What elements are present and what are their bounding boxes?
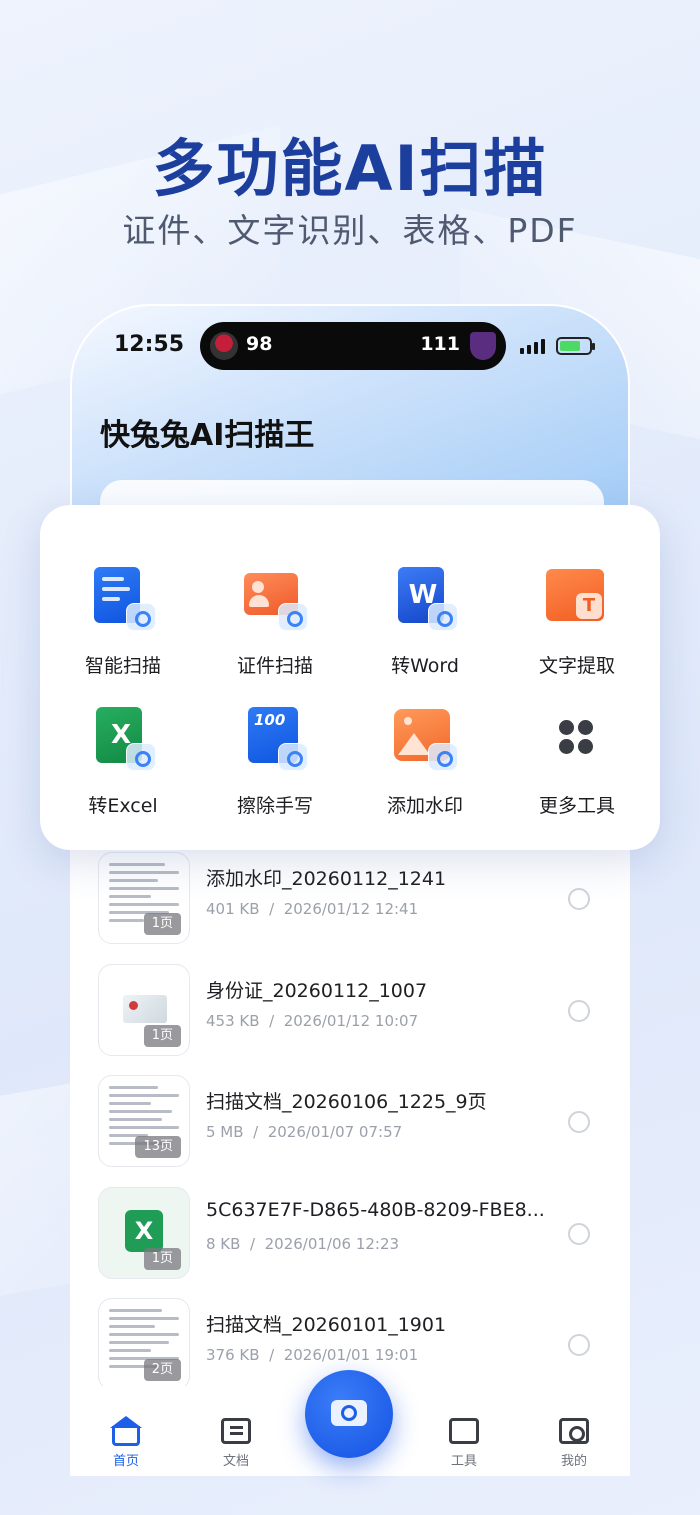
tool-label: 擦除手写 [236, 795, 313, 817]
tool-text-extract[interactable]: T 文字提取 [502, 567, 652, 678]
tools-icon [448, 1416, 480, 1446]
more-tools-icon [546, 707, 608, 769]
status-time: 12:55 [114, 332, 185, 357]
file-thumbnail: X 1页 [98, 1187, 190, 1279]
tool-label: 更多工具 [538, 795, 615, 817]
file-title: 扫描文档_20260106_1225_9页 [206, 1091, 487, 1113]
tool-convert-excel[interactable]: X 转Excel [48, 707, 198, 818]
tool-erase-handwriting[interactable]: 100 擦除手写 [200, 707, 350, 818]
tool-smart-scan[interactable]: 智能扫描 [48, 567, 198, 678]
tool-add-watermark[interactable]: 添加水印 [350, 707, 500, 818]
app-title: 快兔兔AI扫描王 [100, 418, 315, 453]
page-count-badge: 1页 [143, 1248, 181, 1270]
select-radio[interactable] [568, 1111, 590, 1133]
select-radio[interactable] [568, 1334, 590, 1356]
page-count-badge: 1页 [143, 913, 181, 935]
dynamic-island-live-score[interactable]: 98 111 [200, 322, 506, 370]
erase-handwriting-icon: 100 [244, 707, 308, 771]
camera-scan-button[interactable] [305, 1370, 393, 1458]
tab-label: 工具 [450, 1454, 477, 1469]
tool-convert-word[interactable]: W 转Word [350, 567, 500, 678]
cellular-signal-icon [520, 339, 545, 354]
tool-label: 转Word [391, 655, 459, 677]
file-row[interactable]: 1页 身份证_20260112_1007 453 KB / 2026/01/12… [72, 964, 628, 1056]
tool-label: 转Excel [88, 795, 158, 817]
page-count-badge: 1页 [143, 1025, 181, 1047]
away-team-logo-icon [470, 332, 496, 360]
documents-icon [220, 1416, 252, 1446]
file-title: 5C637E7F-D865-480B-8209-FBE8... [206, 1199, 545, 1221]
tab-label: 我的 [560, 1454, 587, 1469]
file-meta: 401 KB / 2026/01/12 12:41 [206, 900, 419, 918]
tab-label: 首页 [112, 1454, 139, 1469]
file-thumbnail: 2页 [98, 1298, 190, 1390]
tool-label: 证件扫描 [236, 655, 313, 677]
tool-more[interactable]: 更多工具 [502, 707, 652, 818]
tab-label: 文档 [222, 1454, 249, 1469]
file-row[interactable]: 13页 扫描文档_20260106_1225_9页 5 MB / 2026/01… [72, 1075, 628, 1167]
file-row[interactable]: X 1页 5C637E7F-D865-480B-8209-FBE8... 8 K… [72, 1187, 628, 1279]
file-title: 身份证_20260112_1007 [206, 980, 428, 1002]
file-thumbnail: 1页 [98, 964, 190, 1056]
tool-label: 文字提取 [538, 655, 615, 677]
file-title: 添加水印_20260112_1241 [206, 868, 447, 890]
file-meta: 376 KB / 2026/01/01 19:01 [206, 1346, 419, 1364]
id-scan-icon [244, 567, 308, 631]
hero-subtitle: 证件、文字识别、表格、PDF [122, 211, 578, 250]
file-thumbnail: 1页 [98, 852, 190, 944]
tool-id-scan[interactable]: 证件扫描 [200, 567, 350, 678]
id-card-thumbnail-icon [123, 995, 167, 1023]
tab-tools[interactable]: 工具 [424, 1416, 504, 1469]
file-meta: 8 KB / 2026/01/06 12:23 [206, 1235, 400, 1253]
page-count-badge: 13页 [135, 1136, 181, 1158]
tool-label: 添加水印 [386, 795, 463, 817]
select-radio[interactable] [568, 1000, 590, 1022]
tool-label: 智能扫描 [84, 655, 161, 677]
away-score: 111 [420, 333, 460, 355]
tools-panel: 智能扫描 证件扫描 W 转Word T 文字提取 X 转Excel 100 擦除 [40, 505, 660, 850]
add-watermark-icon [394, 707, 458, 771]
home-score: 98 [246, 333, 273, 355]
text-extract-icon: T [546, 567, 608, 629]
tab-mine[interactable]: 我的 [534, 1416, 614, 1469]
excel-convert-icon: X [92, 707, 156, 771]
file-meta: 453 KB / 2026/01/12 10:07 [206, 1012, 419, 1030]
tab-docs[interactable]: 文档 [196, 1416, 276, 1469]
select-radio[interactable] [568, 1223, 590, 1245]
excel-file-icon: X [125, 1210, 163, 1252]
file-row[interactable]: 1页 添加水印_20260112_1241 401 KB / 2026/01/1… [72, 852, 628, 944]
page-count-badge: 2页 [143, 1359, 181, 1381]
word-convert-icon: W [394, 567, 458, 631]
home-icon [110, 1416, 142, 1446]
select-radio[interactable] [568, 888, 590, 910]
home-team-logo-icon [210, 332, 238, 360]
hero-title: 多功能AI扫描 [152, 132, 548, 205]
battery-icon [556, 337, 595, 355]
file-thumbnail: 13页 [98, 1075, 190, 1167]
file-meta: 5 MB / 2026/01/07 07:57 [206, 1123, 403, 1141]
tab-home[interactable]: 首页 [86, 1416, 166, 1469]
file-title: 扫描文档_20260101_1901 [206, 1314, 447, 1336]
phone-frame: 12:55 98 111 快兔兔AI扫描王 1页 添加水印_20260112_1… [70, 304, 630, 1474]
profile-icon [558, 1416, 590, 1446]
camera-icon [331, 1400, 367, 1426]
smart-scan-icon [92, 567, 156, 631]
